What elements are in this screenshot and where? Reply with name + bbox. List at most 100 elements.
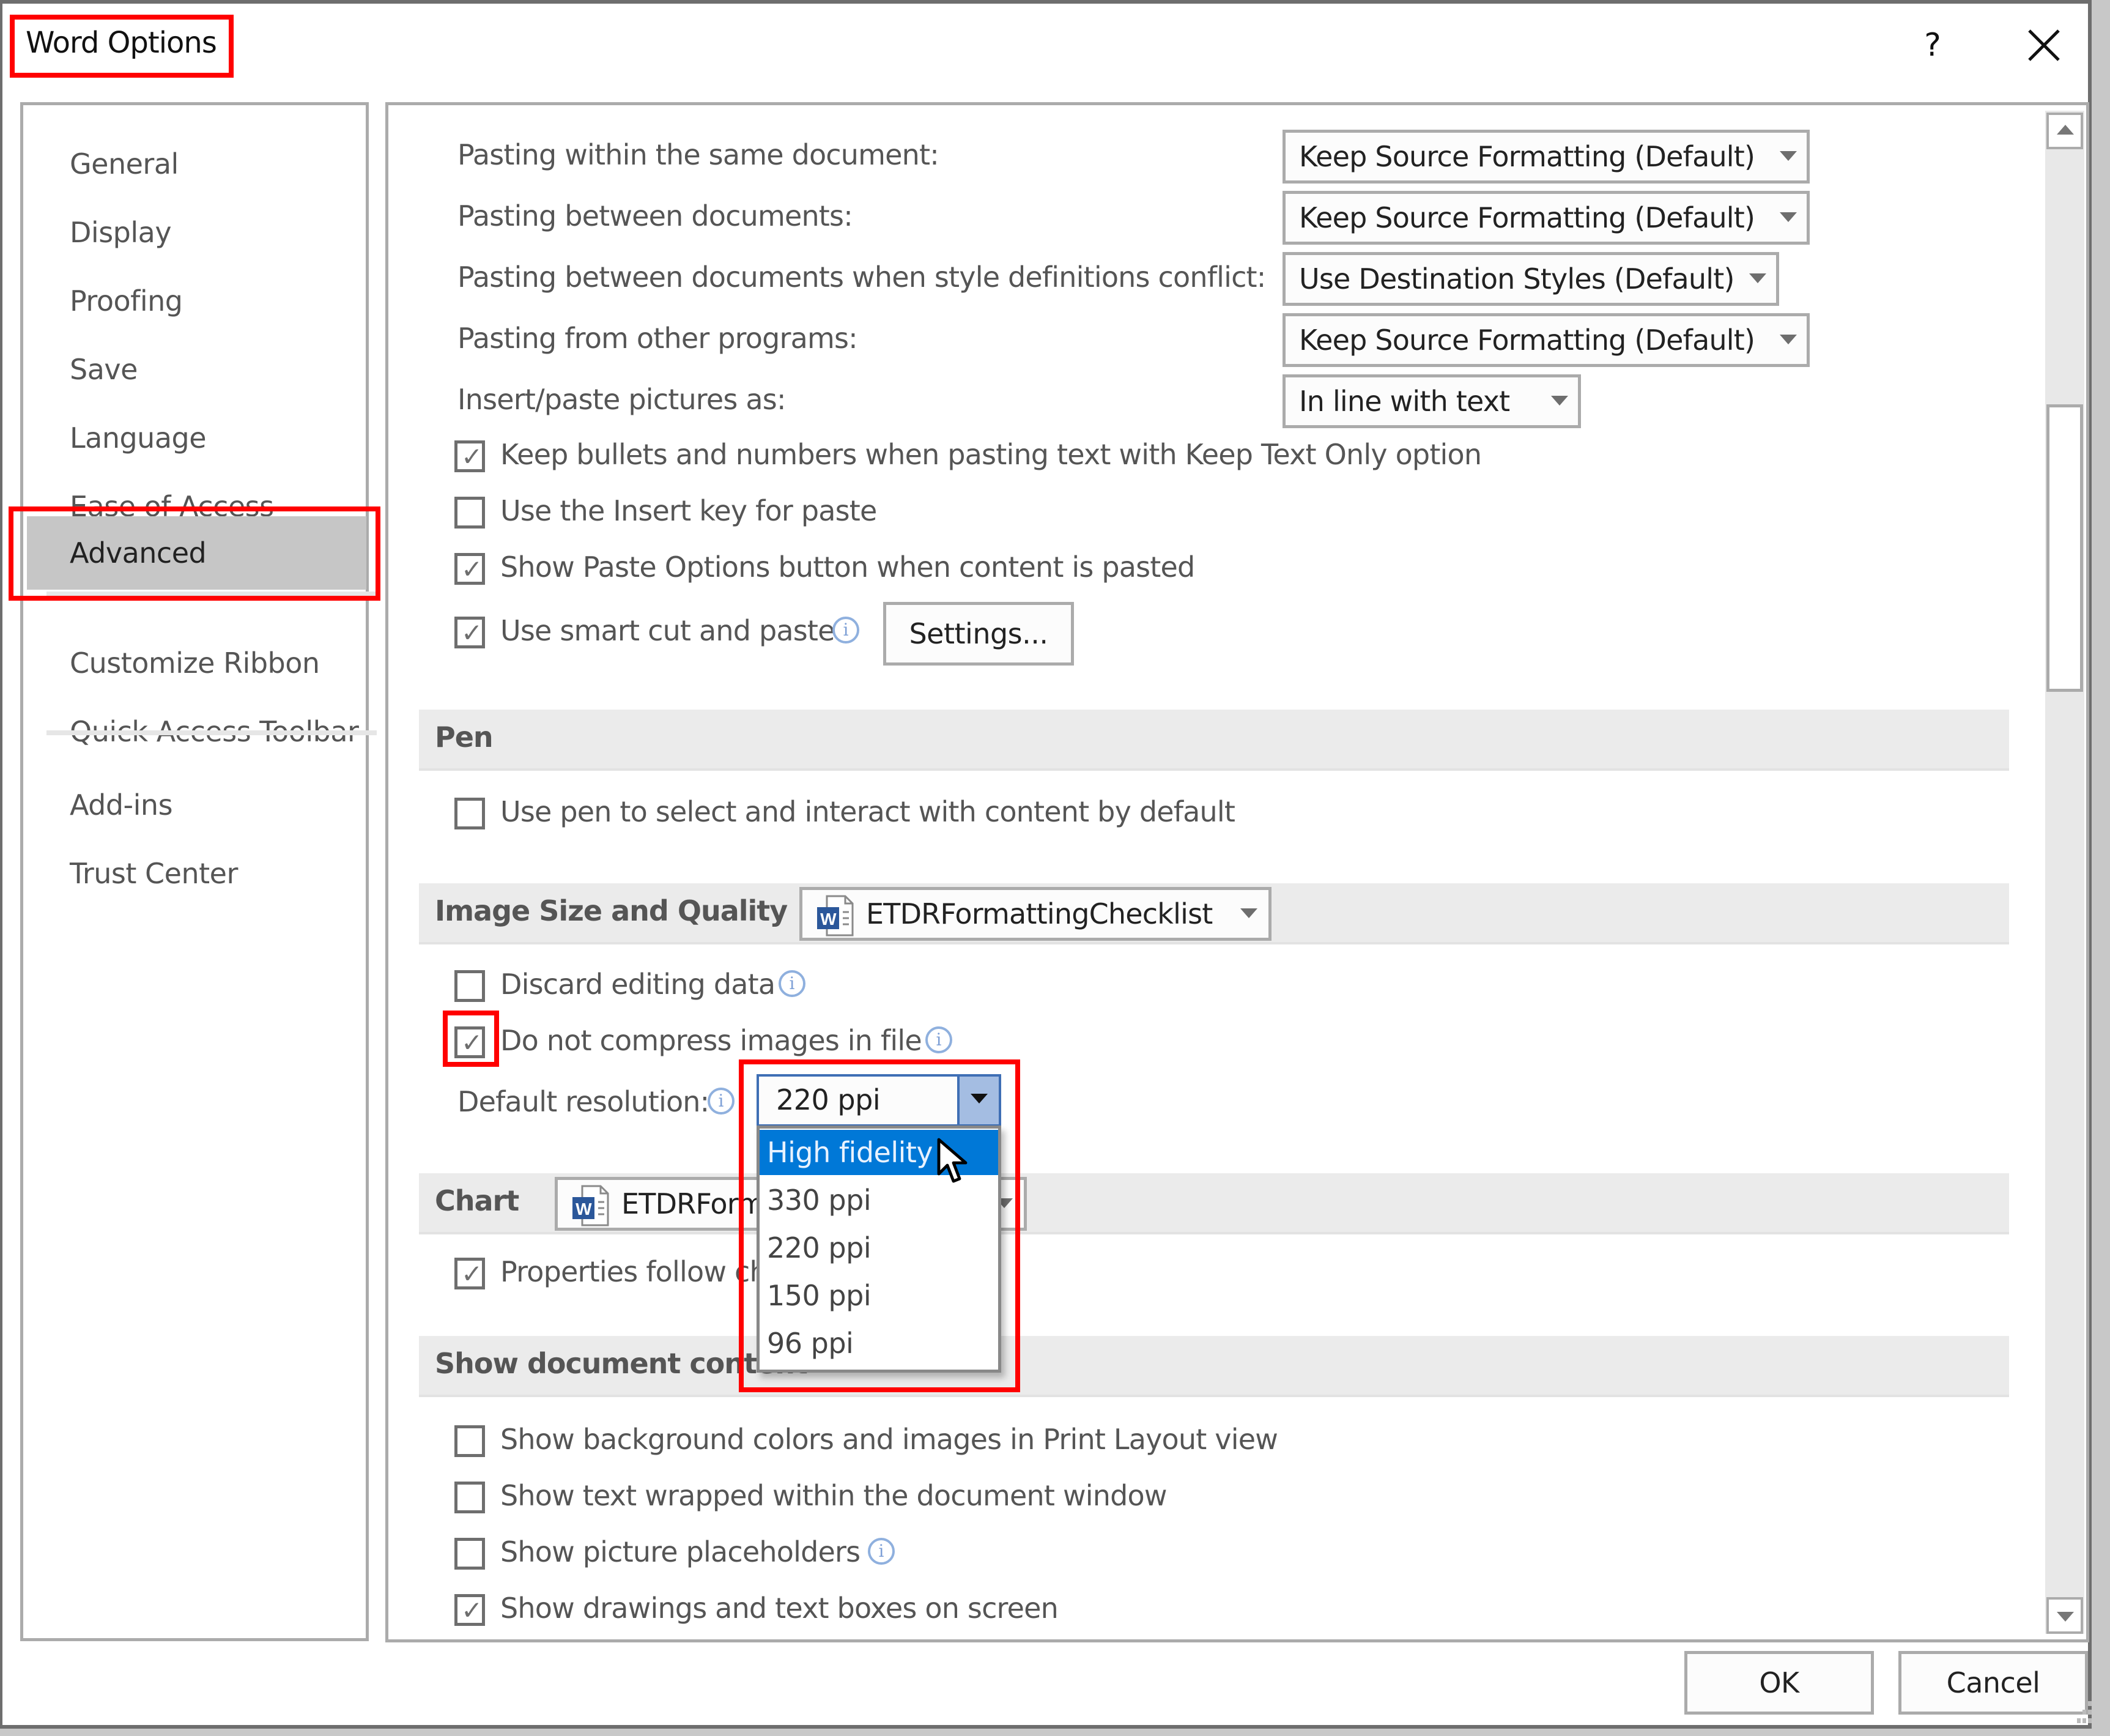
properties-follow-checkbox[interactable]: ✓ bbox=[454, 1258, 485, 1289]
chart-section-title: Chart bbox=[435, 1184, 519, 1217]
keep-bullets-label: Keep bullets and numbers when pasting te… bbox=[500, 438, 1482, 471]
show-paste-options-checkbox[interactable]: ✓ bbox=[454, 553, 485, 585]
compress-checkbox-highlight-box bbox=[443, 1011, 499, 1067]
sidebar: General Display Proofing Save Language E… bbox=[20, 102, 377, 1641]
svg-text:W: W bbox=[576, 1200, 592, 1219]
arrow-down-icon bbox=[2057, 1612, 2074, 1622]
paste-conflict-select[interactable]: Use Destination Styles (Default) bbox=[1283, 252, 1779, 306]
vertical-scrollbar[interactable] bbox=[2045, 111, 2084, 1634]
smart-cut-settings-button[interactable]: Settings... bbox=[883, 602, 1074, 666]
scrollbar-thumb[interactable] bbox=[2046, 404, 2083, 692]
sidebar-item-display[interactable]: Display bbox=[27, 198, 366, 267]
image-quality-section-title: Image Size and Quality bbox=[435, 894, 788, 927]
svg-text:W: W bbox=[820, 910, 837, 929]
checkmark-icon: ✓ bbox=[461, 1259, 483, 1289]
close-icon bbox=[2028, 29, 2060, 61]
close-button[interactable] bbox=[2024, 26, 2064, 65]
sidebar-item-proofing[interactable]: Proofing bbox=[27, 267, 366, 335]
word-document-icon: W bbox=[572, 1185, 609, 1226]
image-quality-document-select[interactable]: W ETDRFormattingChecklist bbox=[799, 887, 1272, 941]
resolution-option-150[interactable]: 150 ppi bbox=[760, 1273, 998, 1318]
insert-key-paste-label: Use the Insert key for paste bbox=[500, 494, 877, 527]
keep-bullets-checkbox[interactable]: ✓ bbox=[454, 440, 485, 472]
paste-other-programs-value: Keep Source Formatting (Default) bbox=[1299, 324, 1755, 357]
pen-select-checkbox[interactable] bbox=[454, 798, 485, 829]
show-background-checkbox[interactable] bbox=[454, 1425, 485, 1457]
default-resolution-select[interactable]: 220 ppi bbox=[757, 1074, 1001, 1127]
discard-editing-data-label: Discard editing data bbox=[500, 968, 776, 1001]
sidebar-separator bbox=[46, 730, 377, 735]
sidebar-item-general[interactable]: General bbox=[27, 130, 366, 198]
arrow-up-icon bbox=[2057, 125, 2074, 135]
checkmark-icon: ✓ bbox=[461, 618, 483, 648]
pen-section-header: Pen bbox=[419, 710, 2009, 771]
chevron-down-icon bbox=[1551, 396, 1568, 406]
dialog-title: Word Options bbox=[26, 26, 217, 60]
show-text-wrapped-checkbox[interactable] bbox=[454, 1482, 485, 1513]
show-drawings-label: Show drawings and text boxes on screen bbox=[500, 1592, 1059, 1625]
paste-within-value: Keep Source Formatting (Default) bbox=[1299, 140, 1755, 173]
paste-other-programs-label: Pasting from other programs: bbox=[457, 322, 858, 355]
sidebar-item-save[interactable]: Save bbox=[27, 335, 366, 404]
word-options-dialog: Word Options ? General Display Proofing … bbox=[0, 0, 2092, 1729]
ok-button[interactable]: OK bbox=[1684, 1651, 1874, 1715]
info-icon[interactable]: i bbox=[925, 1026, 952, 1053]
chart-section-header: Chart W ETDRFormattingChecklist bbox=[419, 1173, 2009, 1234]
chevron-down-icon bbox=[1780, 151, 1797, 161]
sidebar-item-add-ins[interactable]: Add-ins bbox=[27, 771, 366, 839]
resize-grip-icon[interactable] bbox=[2077, 1701, 2093, 1726]
sidebar-item-trust-center[interactable]: Trust Center bbox=[27, 839, 366, 908]
show-picture-placeholders-checkbox[interactable] bbox=[454, 1538, 485, 1570]
help-button[interactable]: ? bbox=[1914, 27, 1951, 64]
paste-between-value: Keep Source Formatting (Default) bbox=[1299, 201, 1755, 234]
default-resolution-value: 220 ppi bbox=[776, 1083, 881, 1116]
show-background-label: Show background colors and images in Pri… bbox=[500, 1423, 1278, 1456]
paste-conflict-label: Pasting between documents when style def… bbox=[457, 261, 1266, 294]
show-picture-placeholders-label: Show picture placeholders bbox=[500, 1535, 861, 1568]
word-document-icon: W bbox=[817, 895, 854, 937]
paste-between-select[interactable]: Keep Source Formatting (Default) bbox=[1283, 191, 1810, 245]
resolution-dropdown-button[interactable] bbox=[957, 1077, 999, 1124]
image-quality-section-header: Image Size and Quality W ETDRFormattingC… bbox=[419, 883, 2009, 944]
info-icon[interactable]: i bbox=[868, 1538, 895, 1565]
paste-between-label: Pasting between documents: bbox=[457, 199, 853, 232]
chevron-down-icon bbox=[1780, 335, 1797, 344]
insert-pictures-label: Insert/paste pictures as: bbox=[457, 383, 786, 416]
info-icon[interactable]: i bbox=[708, 1088, 735, 1115]
pen-select-label: Use pen to select and interact with cont… bbox=[500, 795, 1235, 828]
scroll-up-button[interactable] bbox=[2046, 113, 2083, 149]
paste-conflict-value: Use Destination Styles (Default) bbox=[1299, 262, 1734, 295]
info-icon[interactable]: i bbox=[779, 970, 805, 997]
chevron-down-icon bbox=[1749, 273, 1766, 283]
pen-section-title: Pen bbox=[435, 721, 494, 754]
smart-cut-paste-label: Use smart cut and paste bbox=[500, 614, 835, 647]
sidebar-item-customize-ribbon[interactable]: Customize Ribbon bbox=[27, 629, 366, 697]
resolution-option-220[interactable]: 220 ppi bbox=[760, 1225, 998, 1270]
smart-cut-paste-checkbox[interactable]: ✓ bbox=[454, 617, 485, 648]
paste-within-label: Pasting within the same document: bbox=[457, 138, 939, 171]
mouse-cursor-icon bbox=[937, 1138, 968, 1183]
advanced-options-panel: Pasting within the same document: Keep S… bbox=[385, 102, 2089, 1642]
chevron-down-icon bbox=[971, 1094, 988, 1104]
default-resolution-label: Default resolution: bbox=[457, 1085, 709, 1118]
paste-other-programs-select[interactable]: Keep Source Formatting (Default) bbox=[1283, 313, 1810, 367]
cancel-button[interactable]: Cancel bbox=[1898, 1651, 2088, 1715]
discard-editing-data-checkbox[interactable] bbox=[454, 970, 485, 1002]
checkmark-icon: ✓ bbox=[461, 554, 483, 584]
advanced-highlight-box bbox=[9, 506, 380, 601]
show-drawings-checkbox[interactable]: ✓ bbox=[454, 1594, 485, 1626]
checkmark-icon: ✓ bbox=[461, 442, 483, 472]
info-icon[interactable]: i bbox=[832, 617, 859, 644]
scroll-down-button[interactable] bbox=[2046, 1597, 2083, 1634]
insert-pictures-select[interactable]: In line with text bbox=[1283, 374, 1581, 428]
checkmark-icon: ✓ bbox=[461, 1595, 483, 1625]
show-text-wrapped-label: Show text wrapped within the document wi… bbox=[500, 1479, 1168, 1512]
do-not-compress-label: Do not compress images in file bbox=[500, 1024, 922, 1057]
sidebar-item-language[interactable]: Language bbox=[27, 404, 366, 472]
chevron-down-icon bbox=[1240, 908, 1257, 918]
resolution-option-96[interactable]: 96 ppi bbox=[760, 1321, 998, 1366]
insert-key-paste-checkbox[interactable] bbox=[454, 497, 485, 529]
paste-within-select[interactable]: Keep Source Formatting (Default) bbox=[1283, 130, 1810, 184]
show-content-section-header: Show document content bbox=[419, 1336, 2009, 1397]
show-paste-options-label: Show Paste Options button when content i… bbox=[500, 551, 1195, 584]
